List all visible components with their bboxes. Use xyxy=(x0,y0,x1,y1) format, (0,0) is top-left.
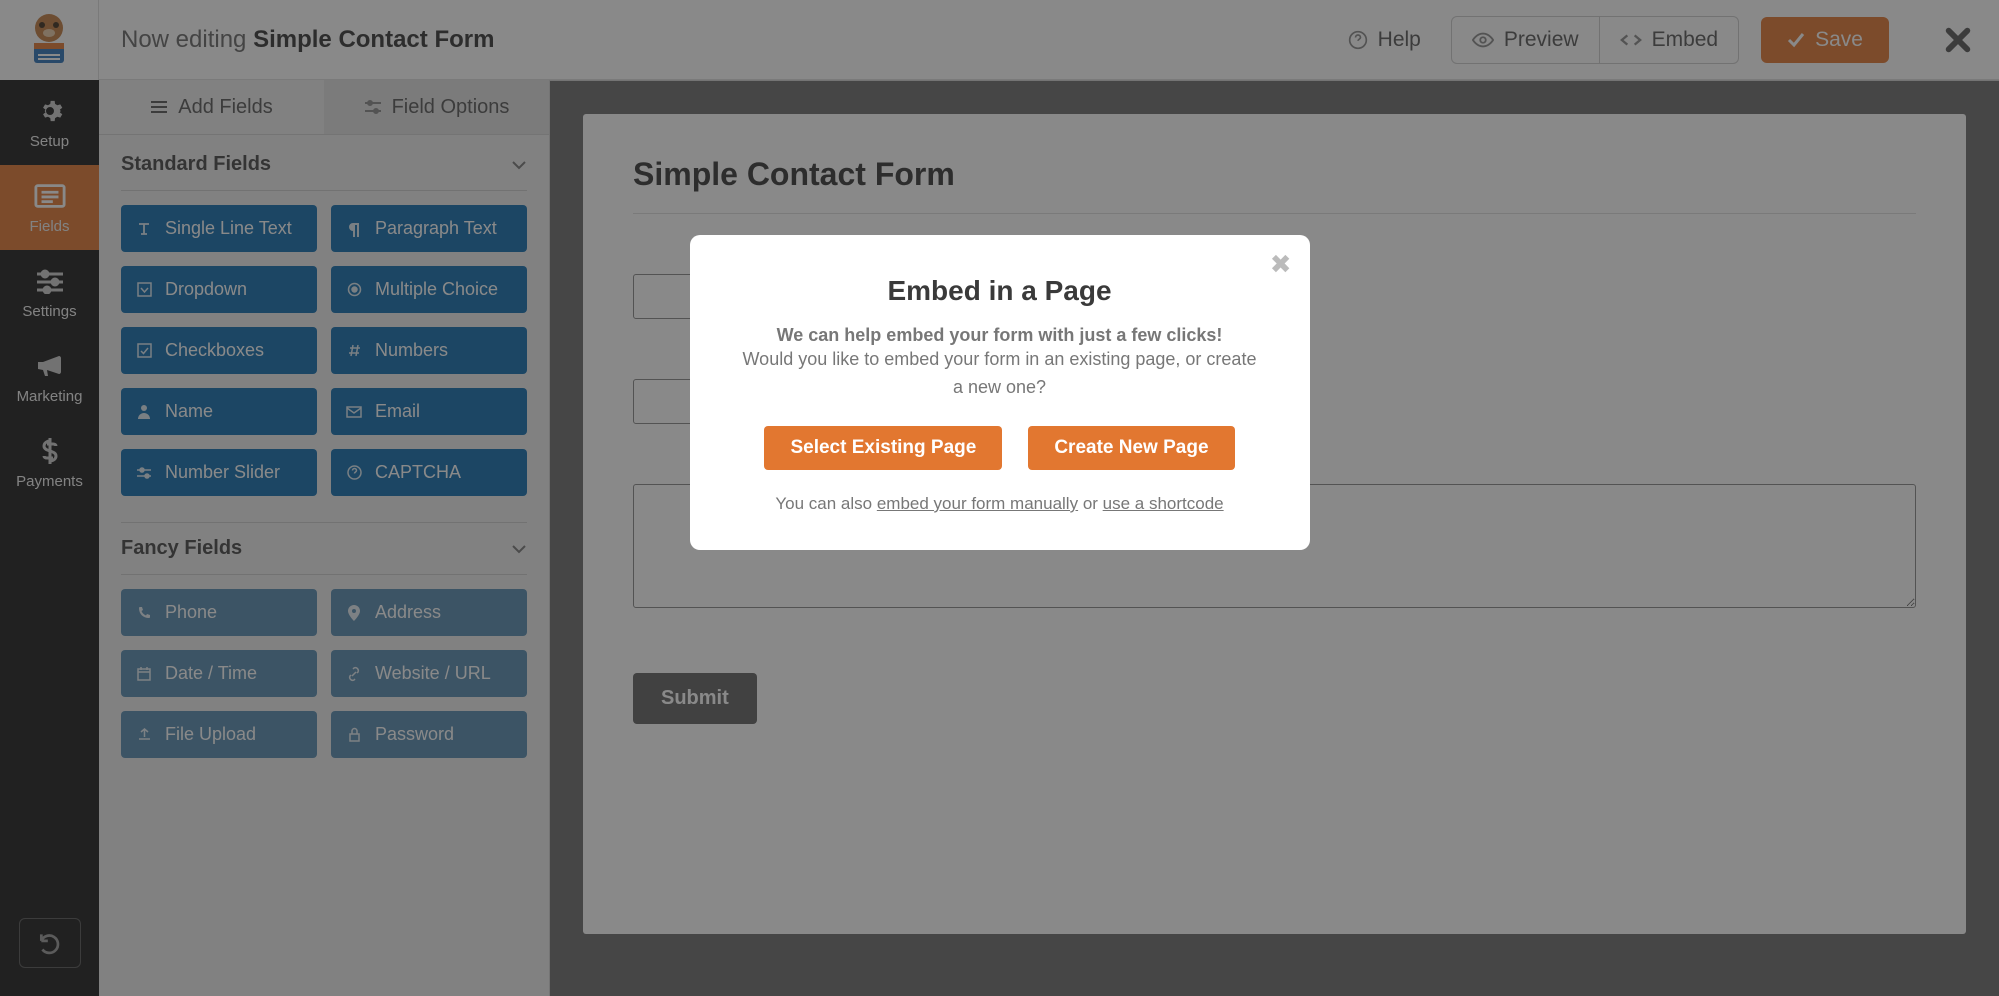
modal-lead: We can help embed your form with just a … xyxy=(738,325,1262,346)
select-existing-page-button[interactable]: Select Existing Page xyxy=(764,426,1002,470)
modal-close-button[interactable]: ✖ xyxy=(1270,249,1292,280)
modal-subtext: Would you like to embed your form in an … xyxy=(738,346,1262,402)
embed-modal: ✖ Embed in a Page We can help embed your… xyxy=(690,235,1310,550)
footer-mid: or xyxy=(1078,494,1103,513)
button-label: Create New Page xyxy=(1054,437,1208,458)
embed-manually-link[interactable]: embed your form manually xyxy=(877,494,1078,513)
footer-prefix: You can also xyxy=(775,494,876,513)
modal-title: Embed in a Page xyxy=(738,275,1262,307)
modal-footer: You can also embed your form manually or… xyxy=(738,494,1262,514)
use-shortcode-link[interactable]: use a shortcode xyxy=(1103,494,1224,513)
modal-overlay[interactable]: ✖ Embed in a Page We can help embed your… xyxy=(0,0,1999,996)
button-label: Select Existing Page xyxy=(790,437,976,458)
create-new-page-button[interactable]: Create New Page xyxy=(1028,426,1234,470)
